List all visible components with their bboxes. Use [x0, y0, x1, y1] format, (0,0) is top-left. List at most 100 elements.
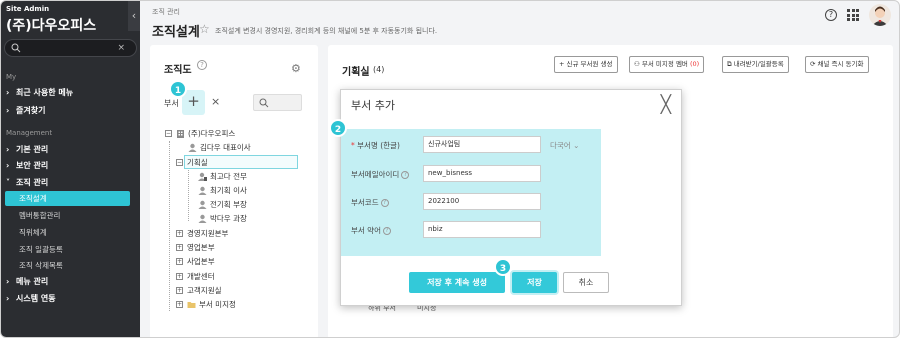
company-name[interactable]: (주)다우오피스	[6, 15, 96, 35]
dept-label: 부서	[164, 99, 179, 108]
dept-abbr-label: 부서 약어?	[351, 225, 391, 236]
sidebar-item-basic[interactable]: › 기본 관리	[6, 144, 48, 155]
sidebar-subitem-bulk-register[interactable]: 조직 일괄등록	[19, 244, 63, 255]
expand-icon[interactable]: +	[176, 287, 183, 294]
multilang-dropdown[interactable]: 다국어 ⌄	[550, 140, 579, 151]
sidebar-item-recent[interactable]: › 최근 사용한 메뉴	[6, 87, 73, 98]
unassigned-member-button[interactable]: ⚇ 부서 미지정 멤버 (0)	[629, 56, 705, 73]
page-title: 조직설계	[152, 25, 200, 40]
chevron-right-icon: ›	[6, 161, 10, 170]
help-icon[interactable]: ?	[401, 171, 410, 179]
sync-icon: ⟳	[810, 60, 818, 68]
new-member-button[interactable]: + 신규 부서원 생성	[554, 56, 618, 73]
add-person-icon: ⚇	[634, 60, 642, 68]
dept-name-label: * 부서명 (한글)	[351, 141, 400, 150]
collapse-icon[interactable]: −	[165, 130, 172, 137]
save-and-continue-button[interactable]: 저장 후 계속 생성	[409, 272, 505, 293]
sidebar-item-org[interactable]: ˅ 조직 관리	[6, 177, 48, 188]
clear-icon[interactable]: ×	[117, 43, 125, 53]
help-icon[interactable]: ?	[825, 9, 837, 21]
search-icon	[259, 98, 269, 108]
person-icon	[198, 186, 207, 195]
tree-guide-line	[169, 141, 170, 311]
step-callout-2: 2	[329, 119, 347, 137]
help-icon[interactable]: ?	[380, 199, 389, 207]
cancel-button[interactable]: 취소	[563, 272, 609, 293]
help-icon[interactable]: ?	[197, 60, 207, 70]
tree-node-dept[interactable]: + 개발센터	[176, 271, 215, 282]
dept-email-input[interactable]: new_bisness	[423, 165, 541, 182]
dept-abbr-input[interactable]: nbiz	[423, 221, 541, 238]
tree-node-planning[interactable]: − 기획실	[176, 157, 208, 168]
sidebar-subitem-members[interactable]: 멤버통합관리	[19, 210, 60, 221]
tree-node-member[interactable]: 최기획 이사	[198, 185, 247, 196]
expand-icon[interactable]: +	[176, 244, 183, 251]
tree-node-member[interactable]: 전기획 부장	[198, 199, 247, 210]
search-icon	[11, 43, 21, 53]
expand-icon[interactable]: +	[176, 230, 183, 237]
org-chart-title: 조직도	[164, 65, 192, 76]
help-icon[interactable]: ?	[382, 227, 391, 235]
sidebar-subitem-deleted[interactable]: 조직 삭제목록	[19, 260, 63, 271]
sidebar-collapse-button[interactable]: ‹	[128, 1, 140, 31]
breadcrumb: 조직 관리	[152, 8, 180, 16]
dept-title: 기획실	[342, 67, 370, 78]
folder-icon	[187, 302, 196, 308]
tree-node-dept[interactable]: + 사업본부	[176, 256, 215, 267]
sidebar-search-input[interactable]: ×	[4, 39, 137, 57]
page-description: 조직설계 변경시 경영지원, 경리회계 등의 채널에 5분 후 자동동기화 됩니…	[215, 27, 438, 35]
add-dept-modal: 부서 추가 ╳ * 부서명 (한글) 신규사업팀 다국어 ⌄ 부서메일아이디? …	[340, 89, 682, 306]
sidebar-item-system[interactable]: › 시스템 연동	[6, 293, 56, 304]
sidebar-item-favorites[interactable]: › 즐겨찾기	[6, 105, 45, 116]
building-icon	[177, 130, 184, 138]
dept-code-input[interactable]: 2022100	[423, 193, 541, 210]
expand-icon[interactable]: +	[176, 301, 183, 308]
step-callout-1: 1	[169, 80, 187, 98]
sync-button[interactable]: ⟳ 채널 즉시 동기화	[805, 56, 869, 73]
collapse-icon[interactable]: −	[176, 159, 183, 166]
remove-dept-button[interactable]: ×	[211, 95, 220, 108]
sidebar-subitem-positions[interactable]: 직위체계	[19, 227, 47, 238]
manager-icon	[198, 172, 207, 181]
sidebar-item-security[interactable]: › 보안 관리	[6, 160, 48, 171]
plus-icon: +	[559, 60, 567, 68]
org-search-input[interactable]	[253, 94, 302, 111]
favorite-star-icon[interactable]: ☆	[199, 22, 210, 36]
person-icon	[198, 200, 207, 209]
gear-icon[interactable]: ⚙	[291, 62, 301, 75]
tree-node-member[interactable]: 박다우 과장	[198, 213, 247, 224]
dept-name-input[interactable]: 신규사업팀	[423, 136, 541, 153]
tree-node-dept[interactable]: + 경영지원본부	[176, 228, 228, 239]
external-link-icon: ⧉	[727, 60, 734, 68]
site-admin-label: Site Admin	[6, 5, 50, 13]
chevron-right-icon: ›	[6, 145, 10, 154]
expand-icon[interactable]: +	[176, 258, 183, 265]
save-button[interactable]: 저장	[512, 272, 557, 293]
tree-node-unassigned[interactable]: + 부서 미지정	[176, 299, 236, 310]
modal-title: 부서 추가	[351, 99, 395, 112]
close-icon[interactable]: ╳	[661, 95, 671, 115]
section-management: Management	[6, 129, 53, 137]
chevron-right-icon: ›	[6, 277, 10, 286]
expand-icon[interactable]: +	[176, 273, 183, 280]
dept-member-count: (4)	[373, 65, 385, 74]
sidebar-subitem-org-design[interactable]: 조직설계	[5, 191, 130, 206]
sidebar: Site Admin (주)다우오피스 ‹ × My › 최근 사용한 메뉴 › 즐…	[1, 1, 140, 337]
sidebar-item-menu[interactable]: › 메뉴 관리	[6, 276, 48, 287]
tree-node-member[interactable]: 최고다 전무	[198, 171, 247, 182]
chevron-down-icon: ˅	[6, 178, 10, 187]
dept-email-label: 부서메일아이디?	[351, 169, 410, 180]
section-my: My	[6, 73, 17, 81]
step-callout-3: 3	[494, 258, 512, 276]
tree-guide-line	[188, 166, 189, 221]
apps-grid-icon[interactable]	[847, 9, 859, 21]
tree-node-dept[interactable]: + 영업본부	[176, 242, 215, 253]
tree-node-root[interactable]: − (주)다우오피스	[165, 128, 235, 139]
app-window: Site Admin (주)다우오피스 ‹ × My › 최근 사용한 메뉴 › 즐…	[0, 0, 900, 338]
avatar[interactable]	[869, 4, 891, 26]
tree-node-dept[interactable]: + 고객지원실	[176, 285, 222, 296]
tree-node-ceo[interactable]: 김다우 대표이사	[188, 142, 251, 153]
person-icon	[198, 214, 207, 223]
chevron-right-icon: ›	[6, 294, 10, 303]
download-button[interactable]: ⧉ 내려받기/일괄등록	[722, 56, 789, 73]
